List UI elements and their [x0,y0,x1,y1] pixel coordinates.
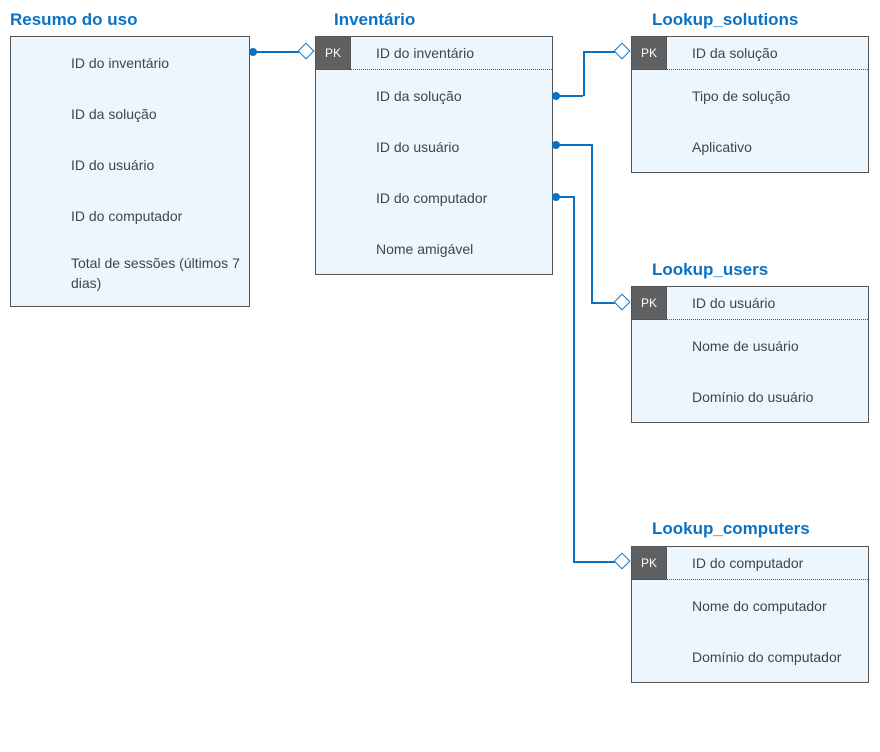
pk-badge: PK [631,286,667,320]
entity-field-pk: PK ID do inventário [316,37,552,70]
connector-line [583,51,617,53]
pk-badge: PK [315,36,351,70]
entity-field: Tipo de solução [632,70,868,121]
entity-field: ID do inventário [11,37,249,88]
entity-title-inventory: Inventário [334,10,415,30]
entity-box-inventory: PK ID do inventário ID da solução ID do … [315,36,553,275]
entity-box-usage-summary: ID do inventário ID da solução ID do usu… [10,36,250,307]
entity-title-lookup-solutions: Lookup_solutions [652,10,798,30]
entity-field-pk: PK ID do computador [632,547,868,580]
entity-field: ID do usuário [316,121,552,172]
entity-field: Domínio do usuário [632,371,868,422]
entity-field-label: ID do computador [692,555,803,571]
connector-line [583,51,585,96]
connector-line [256,51,301,53]
entity-field-pk: PK ID da solução [632,37,868,70]
connector-endpoint-diamond [614,553,631,570]
connector-endpoint-diamond [298,43,315,60]
entity-title-lookup-users: Lookup_users [652,260,768,280]
entity-box-lookup-computers: PK ID do computador Nome do computador D… [631,546,869,683]
entity-field: ID do computador [11,190,249,241]
entity-box-lookup-solutions: PK ID da solução Tipo de solução Aplicat… [631,36,869,173]
connector-line [559,144,592,146]
entity-field: ID do usuário [11,139,249,190]
entity-field-label: ID do inventário [376,45,474,61]
entity-field: Aplicativo [632,121,868,172]
entity-field: ID da solução [316,70,552,121]
entity-field: Domínio do computador [632,631,868,682]
entity-field: Nome amigável [316,223,552,274]
entity-field: ID do computador [316,172,552,223]
entity-field: Total de sessões (últimos 7 dias) [11,241,249,306]
connector-line [559,196,573,198]
connector-line [559,95,583,97]
entity-field: ID da solução [11,88,249,139]
entity-field: Nome do computador [632,580,868,631]
connector-line [573,196,575,562]
entity-field-label: ID da solução [692,45,778,61]
pk-badge: PK [631,36,667,70]
pk-badge: PK [631,546,667,580]
entity-field-pk: PK ID do usuário [632,287,868,320]
entity-title-usage-summary: Resumo do uso [10,10,138,30]
connector-endpoint-diamond [614,294,631,311]
connector-endpoint-diamond [614,43,631,60]
connector-line [573,561,617,563]
entity-title-lookup-computers: Lookup_computers [652,519,810,539]
entity-field: Nome de usuário [632,320,868,371]
connector-line [591,144,593,304]
entity-field-label: ID do usuário [692,295,775,311]
entity-box-lookup-users: PK ID do usuário Nome de usuário Domínio… [631,286,869,423]
